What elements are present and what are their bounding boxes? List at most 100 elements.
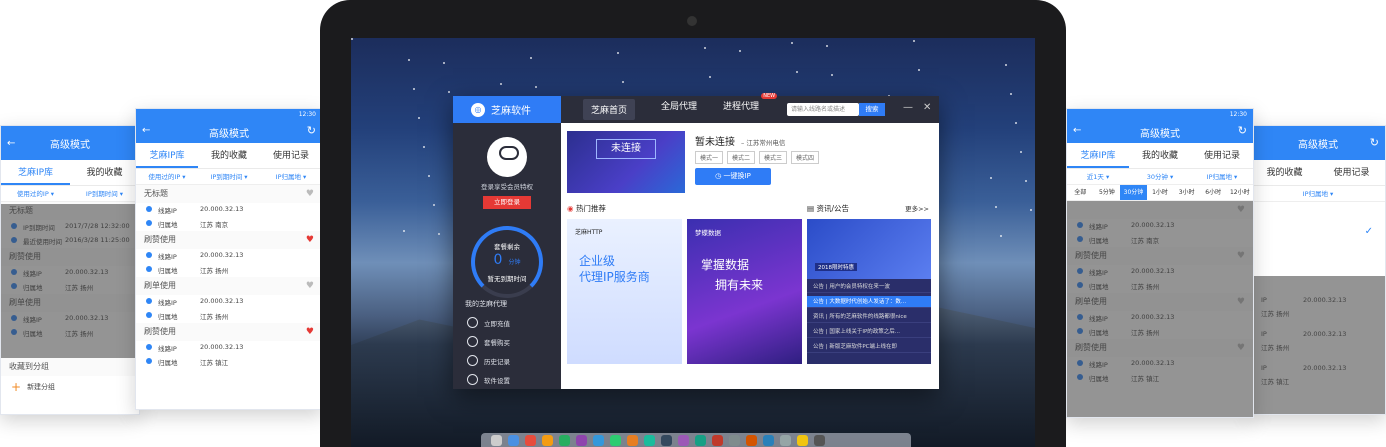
dock-app-icon[interactable] [610, 435, 621, 446]
news-text: 所有的芝麻软件的线路都很nice [829, 314, 907, 320]
overlay [1067, 201, 1253, 417]
dock-app-icon[interactable] [712, 435, 723, 446]
heart-icon[interactable]: ♥ [306, 323, 314, 341]
dock-app-icon[interactable] [695, 435, 706, 446]
dock-app-icon[interactable] [797, 435, 808, 446]
duration-option[interactable]: 12小时 [1226, 185, 1253, 200]
news-item[interactable]: 公告 | 国家上线关于IP的政策之后... [807, 326, 931, 338]
mode-1[interactable]: 模式一 [695, 151, 724, 164]
filter-bar: 近1天 ▾ 30分钟 ▾ IP归属地 ▾ [1067, 169, 1253, 185]
tab-favorites[interactable]: 我的收藏 [70, 160, 139, 185]
avatar[interactable] [487, 137, 527, 177]
tab-favorites[interactable]: 我的收藏 [1129, 143, 1191, 168]
filter-used-ip[interactable]: 使用过的IP ▾ [1, 186, 70, 201]
heart-icon[interactable]: ♥ [306, 231, 314, 249]
duration-option[interactable]: 1小时 [1147, 185, 1174, 200]
news-item[interactable]: 公告 | 新版芝麻软件PC端上线在即 [807, 341, 931, 353]
dock-app-icon[interactable] [559, 435, 570, 446]
phone-title: 高级模式 [50, 139, 90, 151]
filter-used-ip[interactable]: 使用过的IP ▾ [136, 169, 198, 184]
promo-card-http[interactable]: 芝麻HTTP 企业级 代理IP服务商 [567, 219, 682, 364]
news-text: 新版芝麻软件PC端上线在即 [829, 344, 898, 350]
star [443, 62, 445, 64]
dock-app-icon[interactable] [814, 435, 825, 446]
dock-app-icon[interactable] [780, 435, 791, 446]
dock-app-icon[interactable] [644, 435, 655, 446]
search-button[interactable]: 搜索 [859, 103, 885, 116]
dock-app-icon[interactable] [746, 435, 757, 446]
dock-app-icon[interactable] [593, 435, 604, 446]
dock-app-icon[interactable] [678, 435, 689, 446]
filter-day[interactable]: 近1天 ▾ [1067, 169, 1129, 184]
duration-option[interactable]: 全部 [1067, 185, 1094, 200]
filter-expire[interactable]: IP到期时间 ▾ [198, 169, 260, 184]
close-icon[interactable]: ✕ [923, 102, 931, 113]
nav-global-proxy[interactable]: 全局代理 [661, 99, 697, 120]
new-group-button[interactable]: + 新建分组 [11, 380, 55, 394]
dock-app-icon[interactable] [763, 435, 774, 446]
star [423, 146, 425, 148]
switch-ip-button[interactable]: ◷ 一键换IP [695, 168, 771, 185]
dock-app-icon[interactable] [627, 435, 638, 446]
group-name: 刷赞使用 [144, 327, 176, 336]
back-icon[interactable]: ← [142, 125, 150, 136]
tab-history[interactable]: 使用记录 [260, 143, 322, 168]
info-row: 线路IP 20.000.32.13 [136, 249, 322, 263]
search-input[interactable]: 请输入线路名或描述 [787, 103, 859, 116]
duration-option[interactable]: 5分钟 [1094, 185, 1121, 200]
menu-buy-package[interactable]: 套餐购买 [467, 336, 510, 347]
filter-expire[interactable]: IP到期时间 ▾ [70, 186, 139, 201]
nav-process-proxy[interactable]: 进程代理 NEW [723, 93, 778, 120]
filter-location[interactable]: IP归属地 ▾ [1191, 169, 1253, 184]
menu-recharge[interactable]: 立即充值 [467, 317, 510, 328]
news-item[interactable]: 公告 | 用户的会员特权在来一波 [807, 281, 931, 293]
filter-location[interactable]: IP归属地 ▾ [1251, 186, 1385, 201]
menu-settings[interactable]: 软件设置 [467, 374, 510, 385]
dock-app-icon[interactable] [729, 435, 740, 446]
filter-duration[interactable]: 30分钟 ▾ [1129, 169, 1191, 184]
news-item[interactable]: 资讯 | 所有的芝麻软件的线路都很nice [807, 311, 931, 323]
dot-icon [146, 206, 152, 212]
nav-home[interactable]: 芝麻首页 [583, 99, 636, 120]
tab-ip-library[interactable]: 芝麻IP库 [1067, 143, 1129, 168]
back-icon[interactable]: ← [7, 138, 15, 149]
mode-4[interactable]: 模式四 [791, 151, 820, 164]
news-item[interactable]: 公告 | 大数据时代创始人发话了：数... [807, 296, 931, 308]
heart-icon[interactable]: ♥ [306, 185, 314, 203]
mode-2[interactable]: 模式二 [727, 151, 756, 164]
dot-icon [146, 344, 152, 350]
minimize-icon[interactable]: — [903, 102, 913, 113]
tab-history[interactable]: 使用记录 [1318, 160, 1385, 185]
row-key: 线路IP [158, 299, 177, 307]
dot-icon [146, 220, 152, 226]
group-header: 无标题 ♥ [136, 185, 322, 203]
duration-option[interactable]: 6小时 [1200, 185, 1227, 200]
dock-app-icon[interactable] [491, 435, 502, 446]
dot-icon [146, 266, 152, 272]
refresh-icon[interactable]: ↻ [1238, 124, 1247, 137]
duration-option[interactable]: 3小时 [1173, 185, 1200, 200]
tab-history[interactable]: 使用记录 [1191, 143, 1253, 168]
news-banner[interactable]: 2018限时特惠 [807, 219, 931, 279]
tab-favorites[interactable]: 我的收藏 [1251, 160, 1318, 185]
mode-3[interactable]: 模式三 [759, 151, 788, 164]
dock-app-icon[interactable] [525, 435, 536, 446]
heart-icon[interactable]: ♥ [306, 277, 314, 295]
refresh-icon[interactable]: ↻ [1370, 136, 1379, 149]
dock-app-icon[interactable] [576, 435, 587, 446]
star [403, 230, 405, 232]
tab-favorites[interactable]: 我的收藏 [198, 143, 260, 168]
promo-card-data[interactable]: 梦蝶数据 掌握数据 拥有未来 [687, 219, 802, 364]
dock-app-icon[interactable] [508, 435, 519, 446]
refresh-icon[interactable]: ↻ [307, 124, 316, 137]
back-icon[interactable]: ← [1073, 125, 1081, 136]
tab-ip-library[interactable]: 芝麻IP库 [136, 143, 198, 168]
duration-option[interactable]: 30分钟 [1120, 185, 1147, 200]
filter-location[interactable]: IP归属地 ▾ [260, 169, 322, 184]
more-link[interactable]: 更多>> [905, 203, 929, 213]
tab-ip-library[interactable]: 芝麻IP库 [1, 160, 70, 185]
dock-app-icon[interactable] [661, 435, 672, 446]
login-button[interactable]: 立即登录 [483, 196, 531, 209]
dock-app-icon[interactable] [542, 435, 553, 446]
menu-history[interactable]: 历史记录 [467, 355, 510, 366]
